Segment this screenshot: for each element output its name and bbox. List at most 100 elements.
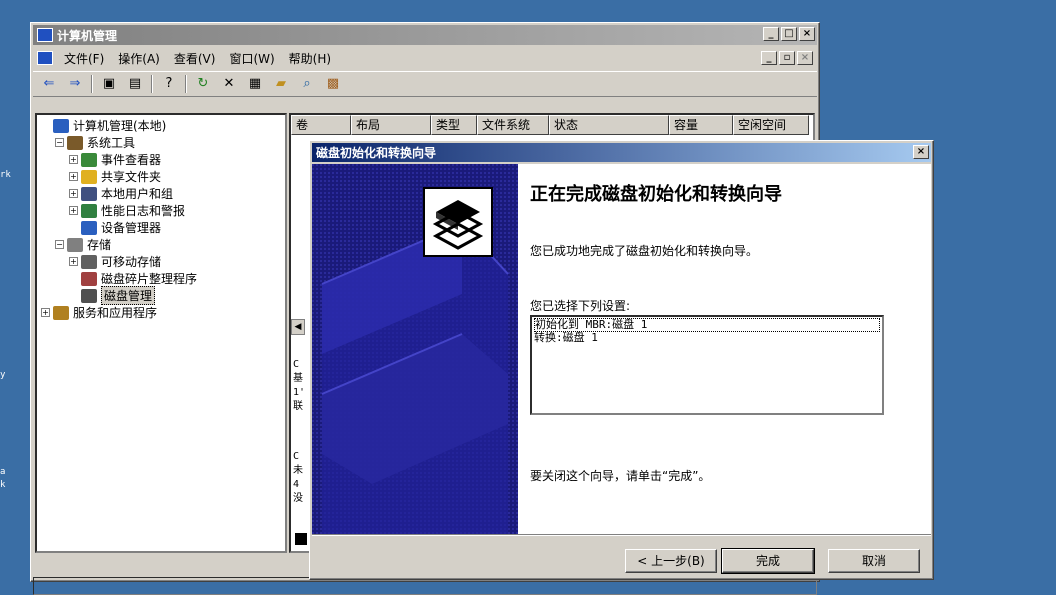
tree-node-label: 磁盘管理: [101, 286, 156, 305]
back-arrow-icon[interactable]: ⇐: [39, 75, 59, 93]
tree-expander-icon[interactable]: +: [69, 257, 78, 266]
minimize-button[interactable]: _: [763, 27, 779, 41]
dialog-titlebar[interactable]: 磁盘初始化和转换向导 ×: [312, 143, 931, 162]
success-text: 您已成功地完成了磁盘初始化和转换向导。: [530, 244, 759, 258]
disk-icon[interactable]: ▩: [323, 75, 343, 93]
delete-icon[interactable]: ✕: [219, 75, 239, 93]
tree-expander-icon: [69, 223, 78, 232]
tree-node-icon: [81, 288, 97, 303]
tree-node-icon: [81, 220, 97, 235]
tree-node[interactable]: + 服务和应用程序: [37, 304, 285, 321]
tree-node-icon: [81, 254, 97, 269]
computer-icon: [37, 28, 53, 42]
list-text-fragment: 未: [293, 465, 303, 476]
close-button[interactable]: ×: [799, 27, 815, 41]
tree-node[interactable]: 磁盘碎片整理程序: [37, 270, 285, 287]
tree-expander-icon: [69, 291, 78, 300]
tree-node-icon: [81, 152, 97, 167]
maximize-button[interactable]: □: [781, 27, 797, 41]
column-header[interactable]: 卷: [291, 115, 351, 135]
tree-expander-icon[interactable]: +: [69, 155, 78, 164]
disk-legend-swatch: [295, 533, 307, 545]
desktop-text-fragment: y: [0, 370, 6, 380]
tree-node[interactable]: − 存储: [37, 236, 285, 253]
mdi-close-button[interactable]: ×: [797, 51, 813, 65]
show-tree-icon[interactable]: ▤: [125, 75, 145, 93]
column-header[interactable]: 类型: [431, 115, 477, 135]
tree-expander-icon[interactable]: −: [55, 138, 64, 147]
settings-line: 转换:磁盘 1: [534, 331, 598, 344]
disk-init-wizard-dialog: 磁盘初始化和转换向导 × 正在完成磁盘初始化和转换向导 您已成功地完成了磁盘初始…: [309, 140, 934, 580]
list-text-fragment: C: [293, 359, 300, 370]
tree-node[interactable]: 磁盘管理: [37, 286, 285, 305]
button-divider: [312, 534, 931, 536]
search-icon[interactable]: ⌕: [297, 75, 317, 93]
wizard-heading: 正在完成磁盘初始化和转换向导: [530, 184, 782, 205]
menu-file[interactable]: 文件(F): [57, 50, 111, 67]
tree-node-icon: [67, 237, 83, 252]
column-header[interactable]: 容量: [669, 115, 733, 135]
back-button[interactable]: < 上一步(B): [625, 549, 717, 573]
wizard-content: 正在完成磁盘初始化和转换向导 您已成功地完成了磁盘初始化和转换向导。 您已选择下…: [518, 164, 931, 534]
desktop-text-fragment: k: [0, 480, 6, 490]
tree-node[interactable]: 计算机管理(本地): [37, 117, 285, 134]
tree-node-label: 设备管理器: [101, 221, 162, 235]
tree-node[interactable]: + 事件查看器: [37, 151, 285, 168]
column-header[interactable]: 状态: [549, 115, 669, 135]
tree-expander-icon[interactable]: −: [55, 240, 64, 249]
tree-node[interactable]: + 共享文件夹: [37, 168, 285, 185]
open-folder-icon[interactable]: ▰: [271, 75, 291, 93]
toolbar-separator: [185, 75, 187, 93]
mdi-restore-button[interactable]: ▫: [779, 51, 795, 65]
tree-node-icon: [81, 186, 97, 201]
refresh-icon[interactable]: ↻: [193, 75, 213, 93]
settings-label: 您已选择下列设置:: [530, 299, 631, 313]
help-icon[interactable]: ?: [159, 75, 179, 93]
menu-view[interactable]: 查看(V): [167, 50, 223, 67]
tree-expander-icon[interactable]: +: [69, 189, 78, 198]
tree-node-icon: [53, 118, 69, 133]
column-header[interactable]: 布局: [351, 115, 431, 135]
tree-expander-icon[interactable]: +: [69, 172, 78, 181]
dialog-title: 磁盘初始化和转换向导: [316, 146, 437, 160]
forward-arrow-icon[interactable]: ⇒: [65, 75, 85, 93]
tree-node[interactable]: 设备管理器: [37, 219, 285, 236]
toolbar-separator: [91, 75, 93, 93]
close-hint-text: 要关闭这个向导，请单击“完成”。: [530, 469, 711, 483]
tree-expander-icon: [41, 121, 50, 130]
tree-node[interactable]: + 本地用户和组: [37, 185, 285, 202]
mdi-minimize-button[interactable]: _: [761, 51, 777, 65]
tree-expander-icon[interactable]: +: [69, 206, 78, 215]
tree-node-label: 本地用户和组: [101, 187, 174, 201]
column-header[interactable]: 文件系统: [477, 115, 549, 135]
tree-node-label: 系统工具: [87, 136, 136, 150]
up-folder-icon[interactable]: ▣: [99, 75, 119, 93]
menu-action[interactable]: 操作(A): [111, 50, 167, 67]
list-text-fragment: 没: [293, 493, 303, 504]
column-header[interactable]: 空闲空间: [733, 115, 809, 135]
main-titlebar[interactable]: 计算机管理 _ □ ×: [33, 25, 817, 45]
wizard-side-banner: [312, 164, 518, 534]
tree-node-icon: [67, 135, 83, 150]
tree-expander-icon[interactable]: +: [41, 308, 50, 317]
finish-button[interactable]: 完成: [721, 548, 815, 574]
menu-bar: 文件(F) 操作(A) 查看(V) 窗口(W) 帮助(H) _ ▫ ×: [33, 47, 817, 69]
disk-stack-icon: [423, 187, 493, 257]
tree-node-icon: [81, 169, 97, 184]
desktop-text-fragment: a: [0, 467, 6, 477]
menu-window[interactable]: 窗口(W): [222, 50, 281, 67]
tree-node-label: 服务和应用程序: [73, 306, 158, 320]
list-text-fragment: 基: [293, 373, 303, 384]
settings-list[interactable]: 初始化到 MBR:磁盘 1 转换:磁盘 1: [530, 315, 884, 415]
properties-icon[interactable]: ▦: [245, 75, 265, 93]
cancel-button[interactable]: 取消: [828, 549, 920, 573]
scroll-left-arrow[interactable]: ◀: [291, 319, 305, 335]
settings-line: 初始化到 MBR:磁盘 1: [534, 318, 880, 332]
tree-node[interactable]: + 性能日志和警报: [37, 202, 285, 219]
dialog-close-button[interactable]: ×: [913, 145, 929, 159]
desktop-text-fragment: rk: [0, 170, 11, 180]
menu-help[interactable]: 帮助(H): [282, 50, 338, 67]
tree-node[interactable]: − 系统工具: [37, 134, 285, 151]
computer-icon: [37, 51, 53, 65]
tree-node[interactable]: + 可移动存储: [37, 253, 285, 270]
